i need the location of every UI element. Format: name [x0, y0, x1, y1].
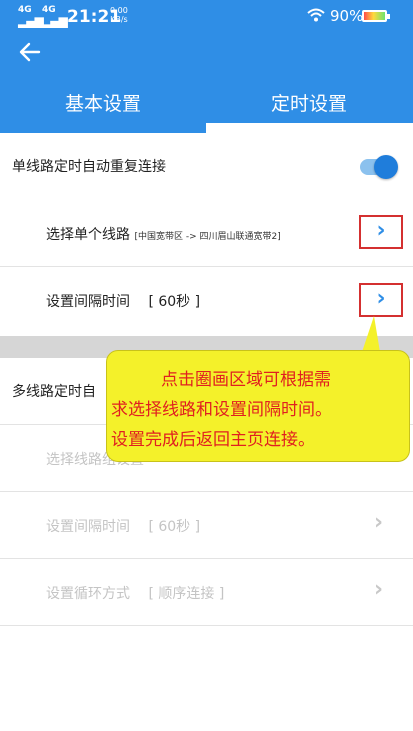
- battery-percent: 90%: [330, 7, 364, 25]
- multi-route-toggle-label: 多线路定时自: [12, 384, 96, 400]
- multi-loop-value: [ 顺序连接 ]: [148, 586, 225, 602]
- select-route-chevron-button[interactable]: ›: [359, 215, 403, 249]
- chevron-right-icon: ›: [374, 577, 384, 602]
- select-route-text: 选择单个线路 [中国宽带区 -> 四川眉山联通宽带2]: [46, 224, 281, 244]
- arrow-left-icon: [19, 42, 41, 62]
- interval-text: 设置间隔时间 [ 60秒 ]: [46, 291, 200, 311]
- status-bar: 4G ▂▄▆ 4G ▂▄▆ 21:21 0.00 KB/s 90%: [0, 0, 413, 33]
- tooltip-line-3: 设置完成后返回主页连接。: [111, 430, 315, 450]
- network-speed: 0.00 KB/s: [110, 6, 128, 24]
- back-button[interactable]: [14, 39, 46, 69]
- multi-interval-row[interactable]: 设置间隔时间 [ 60秒 ] ›: [0, 492, 413, 558]
- tooltip-line-2: 求选择线路和设置间隔时间。: [111, 400, 332, 420]
- interval-row[interactable]: 设置间隔时间 [ 60秒 ]: [0, 267, 413, 336]
- select-route-label: 选择单个线路: [46, 227, 130, 243]
- multi-loop-row[interactable]: 设置循环方式 [ 顺序连接 ] ›: [0, 559, 413, 625]
- multi-loop-text: 设置循环方式 [ 顺序连接 ]: [46, 583, 224, 603]
- active-tab-indicator: [206, 123, 413, 133]
- multi-interval-label: 设置间隔时间: [46, 519, 130, 535]
- multi-loop-label: 设置循环方式: [46, 586, 130, 602]
- interval-value: [ 60秒 ]: [148, 294, 201, 310]
- speed-value: 0.00: [110, 6, 128, 15]
- battery-icon: [362, 10, 390, 22]
- signal-indicator-2: 4G ▂▄▆: [42, 6, 68, 28]
- chevron-right-icon: ›: [374, 510, 384, 535]
- divider: [0, 625, 413, 626]
- selected-route-detail: [中国宽带区 -> 四川眉山联通宽带2]: [134, 232, 281, 242]
- wifi-icon: [307, 7, 325, 26]
- help-tooltip: 点击圈画区域可根据需 求选择线路和设置间隔时间。 设置完成后返回主页连接。: [106, 350, 410, 462]
- tooltip-pointer: [362, 316, 380, 352]
- chevron-right-icon: ›: [376, 218, 386, 243]
- multi-interval-text: 设置间隔时间 [ 60秒 ]: [46, 516, 200, 536]
- interval-chevron-button[interactable]: ›: [359, 283, 403, 317]
- multi-interval-value: [ 60秒 ]: [148, 519, 201, 535]
- signal-bars-icon: ▂▄▆: [42, 14, 68, 28]
- signal-indicator-1: 4G ▂▄▆: [18, 6, 44, 28]
- toggle-thumb: [374, 155, 398, 179]
- tooltip-line-1: 点击圈画区域可根据需: [161, 370, 331, 390]
- app-bar: [0, 33, 413, 75]
- single-route-toggle[interactable]: [360, 155, 398, 179]
- tab-basic-settings[interactable]: 基本设置: [0, 75, 206, 133]
- chevron-right-icon: ›: [376, 286, 386, 311]
- speed-unit: KB/s: [110, 15, 128, 24]
- signal-bars-icon: ▂▄▆: [18, 14, 44, 28]
- single-route-toggle-row: 单线路定时自动重复连接: [0, 133, 413, 199]
- select-route-row[interactable]: 选择单个线路 [中国宽带区 -> 四川眉山联通宽带2]: [0, 199, 413, 265]
- single-route-toggle-label: 单线路定时自动重复连接: [12, 159, 166, 175]
- interval-label: 设置间隔时间: [46, 294, 130, 310]
